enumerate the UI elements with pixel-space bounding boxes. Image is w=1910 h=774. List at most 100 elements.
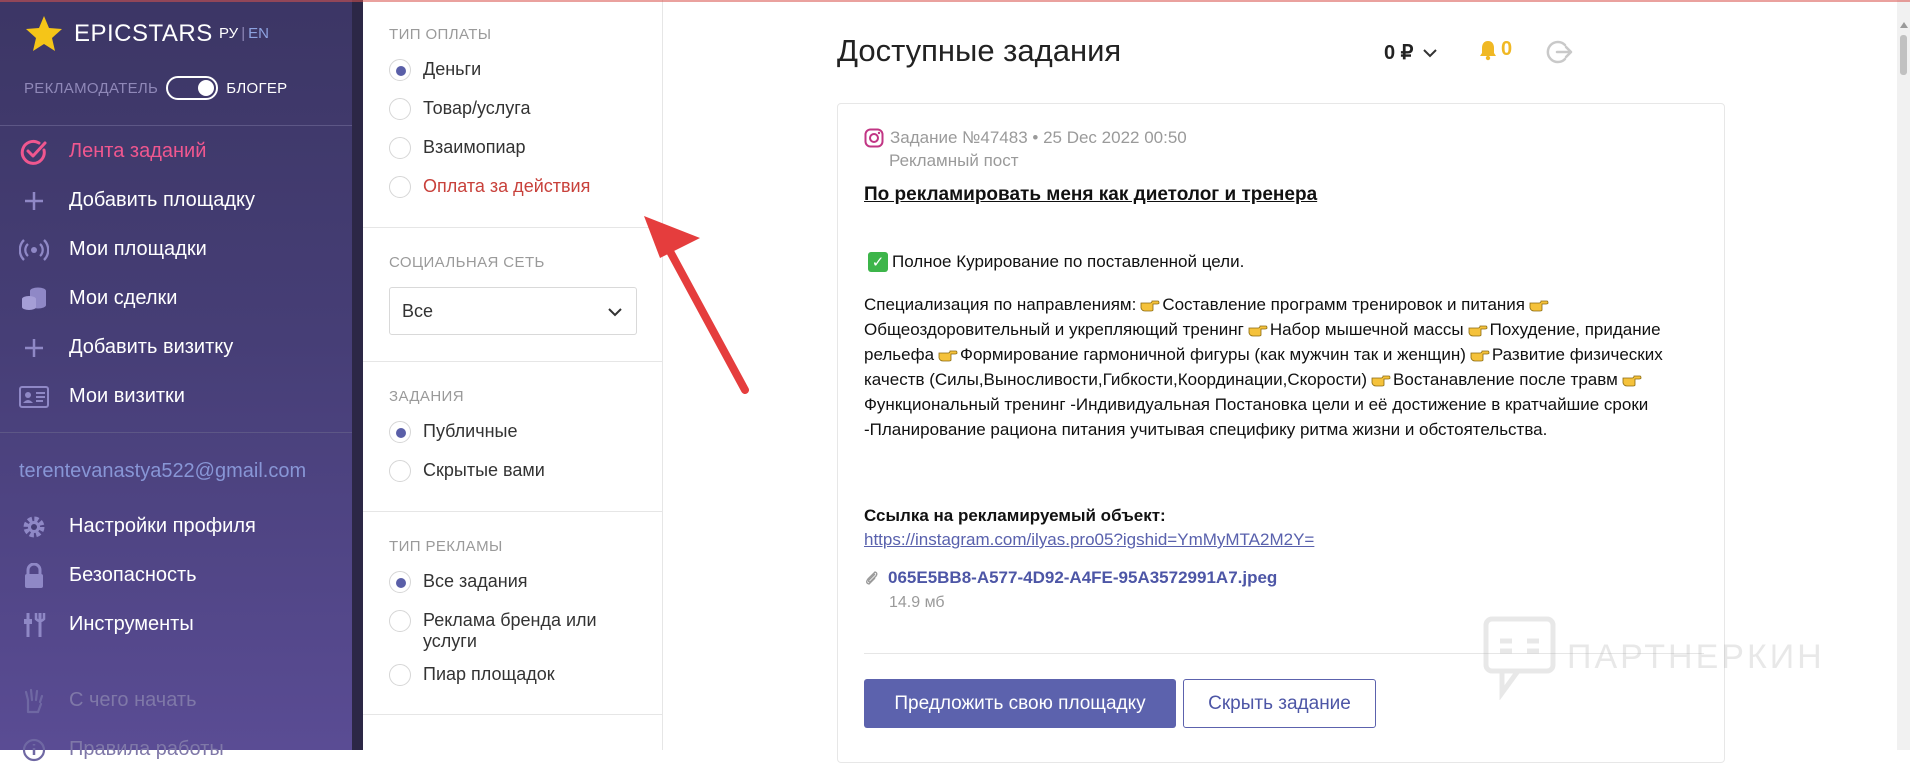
id-card-icon <box>18 381 50 413</box>
notifications-button[interactable]: 0 <box>1478 38 1512 61</box>
radio-label: Деньги <box>423 59 482 79</box>
logo-text: EPICSTARS <box>74 20 213 47</box>
radio-mutual-pr[interactable]: Взаимопиар <box>389 137 526 159</box>
radio-hidden[interactable]: Скрытые вами <box>389 460 545 482</box>
nav-add-card[interactable]: Добавить визитку <box>0 323 352 372</box>
gear-icon <box>18 511 50 543</box>
nav-label: С чего начать <box>69 689 197 711</box>
annotation-arrow-icon <box>644 216 749 394</box>
instagram-icon <box>864 128 884 148</box>
radio-brand-ads[interactable]: Реклама бренда или услуги <box>389 610 623 652</box>
hide-task-button[interactable]: Скрыть задание <box>1183 679 1376 728</box>
check-mark-icon: ✓ <box>868 252 888 272</box>
broadcast-icon <box>18 234 50 266</box>
chevron-down-icon <box>608 308 622 317</box>
radio-platform-pr[interactable]: Пиар площадок <box>389 664 555 686</box>
balance-dropdown[interactable]: 0 ₽ <box>1384 40 1439 65</box>
radio-all-tasks[interactable]: Все задания <box>389 571 528 593</box>
offer-platform-button[interactable]: Предложить свою площадку <box>864 679 1176 728</box>
plus-icon <box>18 185 50 217</box>
task-description: Специализация по направлениям: Составлени… <box>864 292 1704 442</box>
nav-task-feed[interactable]: Лента заданий <box>0 127 352 176</box>
desc-part: Общеоздоровительный и укрепляющий тренин… <box>864 320 1244 339</box>
task-meta: Задание №47483 • 25 Dec 2022 00:50 <box>864 128 1187 148</box>
language-switch: РУ | EN <box>219 25 269 42</box>
radio-label: Товар/услуга <box>423 98 531 118</box>
radio-circle[interactable] <box>389 137 411 159</box>
chevron-down-icon <box>1423 48 1438 57</box>
lang-en[interactable]: EN <box>248 25 269 42</box>
nav-security[interactable]: Безопасность <box>0 551 352 600</box>
desc-part: Функциональный тренинг -Индивидуальная П… <box>864 395 1649 439</box>
watermark-logo-icon <box>1483 616 1556 700</box>
radio-circle[interactable] <box>389 610 411 632</box>
attachment[interactable]: 065E5BB8-A577-4D92-A4FE-95A3572991A7.jpe… <box>864 568 1277 588</box>
nav-getting-started[interactable]: С чего начать <box>0 676 352 725</box>
nav-profile-settings[interactable]: Настройки профиля <box>0 502 352 551</box>
social-network-select[interactable]: Все <box>389 287 637 335</box>
nav-label: Мои сделки <box>69 287 178 309</box>
lang-ru[interactable]: РУ <box>219 25 238 42</box>
scrollbar[interactable] <box>1897 0 1910 750</box>
attachment-size: 14.9 мб <box>889 594 945 611</box>
task-title[interactable]: По рекламировать меня как диетолог и тре… <box>864 184 1317 206</box>
pointing-hand-icon <box>1140 300 1160 312</box>
desc-part: Формирование гармоничной фигуры (как муж… <box>960 345 1466 364</box>
radio-circle[interactable] <box>389 98 411 120</box>
top-border <box>0 0 1910 2</box>
desc-part: Востанавление после травм <box>1393 370 1618 389</box>
nav-label: Мои визитки <box>69 385 185 407</box>
role-advertiser-label[interactable]: РЕКЛАМОДАТЕЛЬ <box>24 80 158 97</box>
sidebar: EPICSTARS РУ | EN РЕКЛАМОДАТЕЛЬ БЛОГЕР Лен… <box>0 0 352 761</box>
radio-circle[interactable] <box>389 421 411 443</box>
nav-my-platforms[interactable]: Мои площадки <box>0 225 352 274</box>
nav-label: Инструменты <box>69 613 194 635</box>
bell-icon <box>1480 40 1496 60</box>
radio-label: Взаимопиар <box>423 137 526 157</box>
radio-label: Скрытые вами <box>423 460 545 480</box>
logo[interactable]: EPICSTARS <box>24 12 213 56</box>
check-circle-icon <box>18 136 50 168</box>
promoted-link[interactable]: https://instagram.com/ilyas.pro05?igshid… <box>864 530 1314 550</box>
scroll-up-arrow-icon[interactable] <box>1900 22 1908 28</box>
watermark: ПАРТНЕРКИН <box>1482 615 1825 700</box>
filter-title-tasks: ЗАДАНИЯ <box>389 388 464 405</box>
radio-circle[interactable] <box>389 460 411 482</box>
filter-panel: ТИП ОПЛАТЫ Деньги Товар/услуга Взаимопиа… <box>363 0 663 750</box>
pointing-hand-icon <box>1622 375 1642 387</box>
coins-icon <box>18 283 50 315</box>
nav-add-platform[interactable]: Добавить площадку <box>0 176 352 225</box>
radio-pay-per-action[interactable]: Оплата за действия <box>389 176 590 198</box>
star-logo-icon <box>26 16 62 51</box>
radio-circle[interactable] <box>389 176 411 198</box>
user-email[interactable]: terentevanastya522@gmail.com <box>19 460 306 483</box>
hand-icon <box>18 685 50 717</box>
radio-circle[interactable] <box>389 59 411 81</box>
desc-part: Набор мышечной массы <box>1269 320 1464 339</box>
sidebar-edge <box>352 0 363 750</box>
radio-circle[interactable] <box>389 571 411 593</box>
radio-money[interactable]: Деньги <box>389 59 481 81</box>
nav-my-cards[interactable]: Мои визитки <box>0 372 352 421</box>
pointing-hand-icon <box>1248 325 1268 337</box>
nav-my-deals[interactable]: Мои сделки <box>0 274 352 323</box>
logout-icon[interactable] <box>1545 38 1573 66</box>
radio-circle[interactable] <box>389 664 411 686</box>
link-label: Ссылка на рекламируемый объект: <box>864 506 1166 525</box>
plus-icon <box>18 332 50 364</box>
nav-label: Настройки профиля <box>69 515 256 537</box>
radio-label: Публичные <box>423 421 518 441</box>
radio-goods[interactable]: Товар/услуга <box>389 98 530 120</box>
scroll-thumb[interactable] <box>1900 35 1907 75</box>
filter-divider <box>363 361 663 362</box>
nav-label: Безопасность <box>69 564 197 586</box>
radio-public[interactable]: Публичные <box>389 421 517 443</box>
select-value: Все <box>402 300 434 321</box>
nav-tools[interactable]: Инструменты <box>0 600 352 649</box>
role-toggle[interactable] <box>166 76 219 100</box>
tools-icon <box>18 609 50 641</box>
radio-label: Оплата за действия <box>423 176 591 196</box>
nav-label: Лента заданий <box>69 140 207 162</box>
balance-value: 0 ₽ <box>1384 42 1414 64</box>
role-blogger-label[interactable]: БЛОГЕР <box>226 80 287 97</box>
